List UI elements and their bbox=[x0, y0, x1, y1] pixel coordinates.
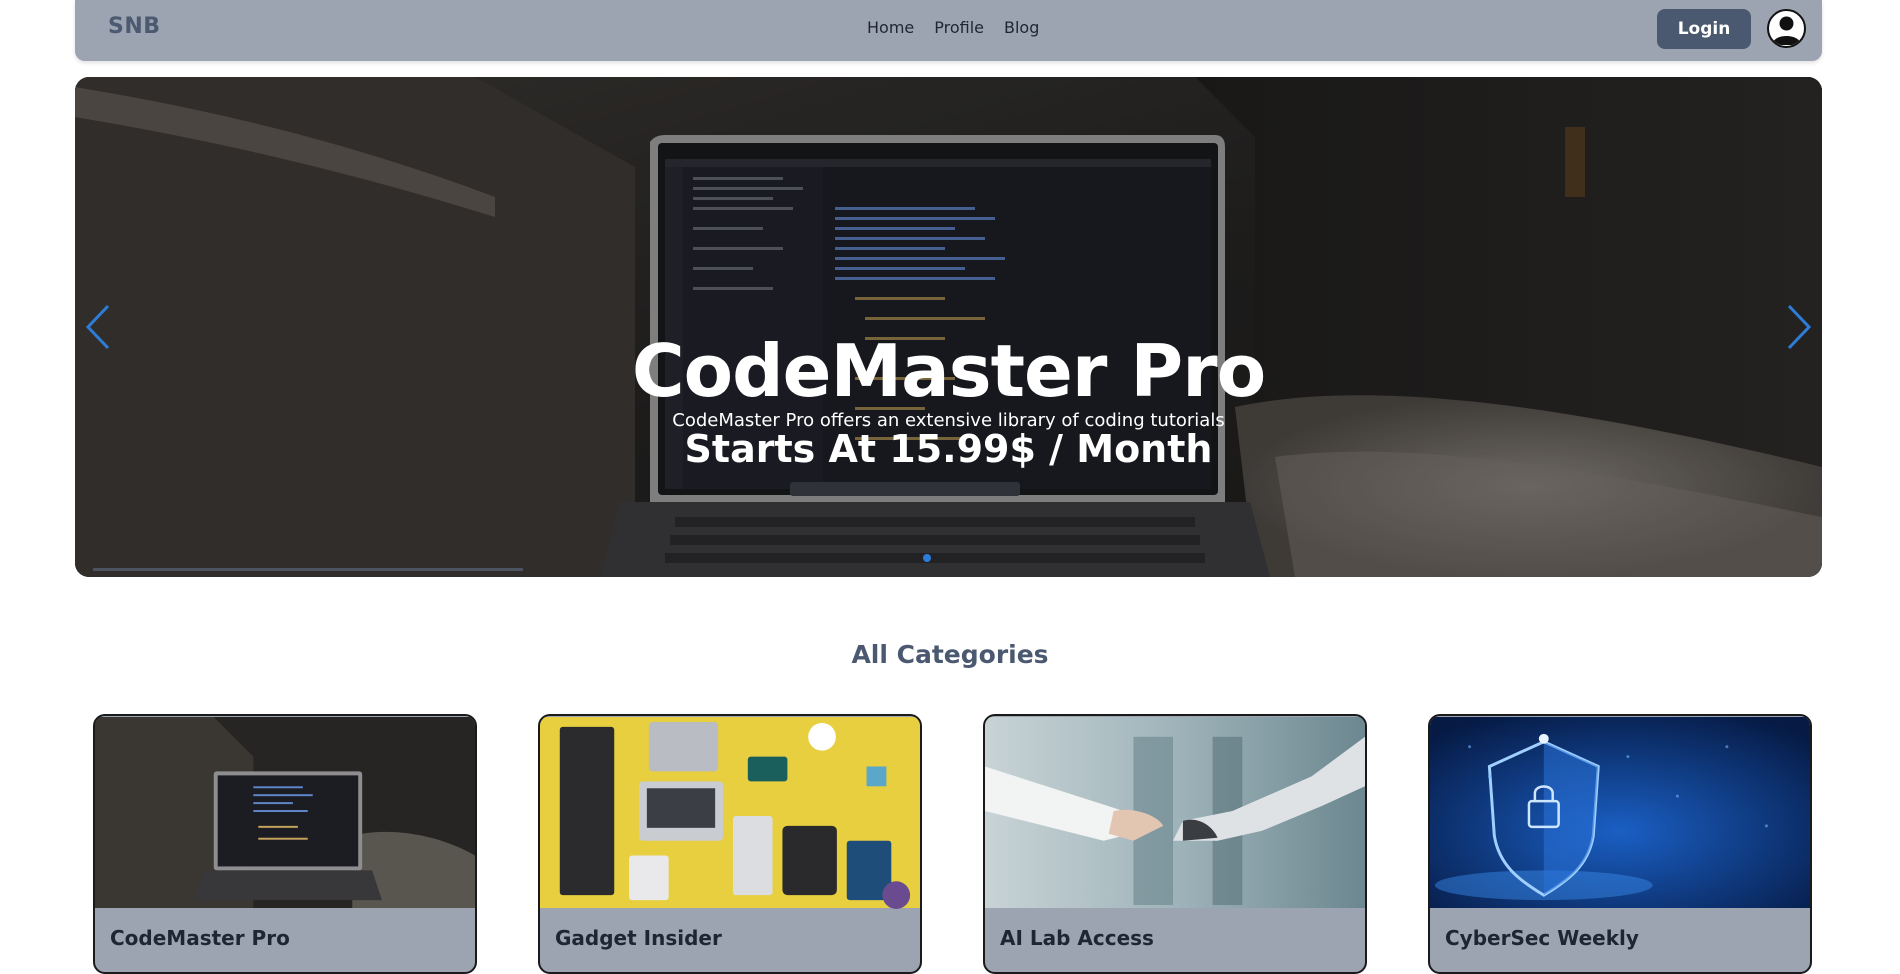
category-name: AI Lab Access bbox=[1000, 926, 1154, 950]
nav-link-profile[interactable]: Profile bbox=[934, 18, 984, 37]
nav-link-home[interactable]: Home bbox=[867, 18, 914, 37]
hero-carousel: CodeMaster Pro CodeMaster Pro offers an … bbox=[75, 77, 1822, 577]
navbar: SNB Home Profile Blog Login bbox=[75, 0, 1822, 61]
category-image bbox=[1430, 717, 1810, 908]
category-card-codemaster[interactable]: CodeMaster Pro bbox=[93, 714, 477, 974]
brand-logo[interactable]: SNB bbox=[108, 14, 161, 39]
carousel-next-arrow-icon[interactable] bbox=[1777, 302, 1817, 352]
hero-image bbox=[75, 77, 1822, 577]
category-name: Gadget Insider bbox=[555, 926, 722, 950]
nav-link-blog[interactable]: Blog bbox=[1004, 18, 1039, 37]
category-name: CodeMaster Pro bbox=[110, 926, 290, 950]
category-name: CyberSec Weekly bbox=[1445, 926, 1639, 950]
login-button[interactable]: Login bbox=[1657, 9, 1751, 49]
carousel-progress-bar bbox=[93, 568, 523, 571]
hero-title: CodeMaster Pro bbox=[631, 329, 1266, 413]
categories-title: All Categories bbox=[851, 640, 1049, 669]
category-image bbox=[985, 717, 1365, 908]
category-card-ailab[interactable]: AI Lab Access bbox=[983, 714, 1367, 974]
user-avatar-icon[interactable] bbox=[1767, 9, 1806, 48]
carousel-prev-arrow-icon[interactable] bbox=[80, 302, 120, 352]
category-image bbox=[95, 717, 475, 908]
hero-price: Starts At 15.99$ / Month bbox=[684, 427, 1213, 471]
category-card-gadget[interactable]: Gadget Insider bbox=[538, 714, 922, 974]
category-card-cybersec[interactable]: CyberSec Weekly bbox=[1428, 714, 1812, 974]
nav-links: Home Profile Blog bbox=[867, 18, 1039, 37]
category-image bbox=[540, 717, 920, 909]
carousel-indicator-dot[interactable] bbox=[923, 554, 931, 562]
